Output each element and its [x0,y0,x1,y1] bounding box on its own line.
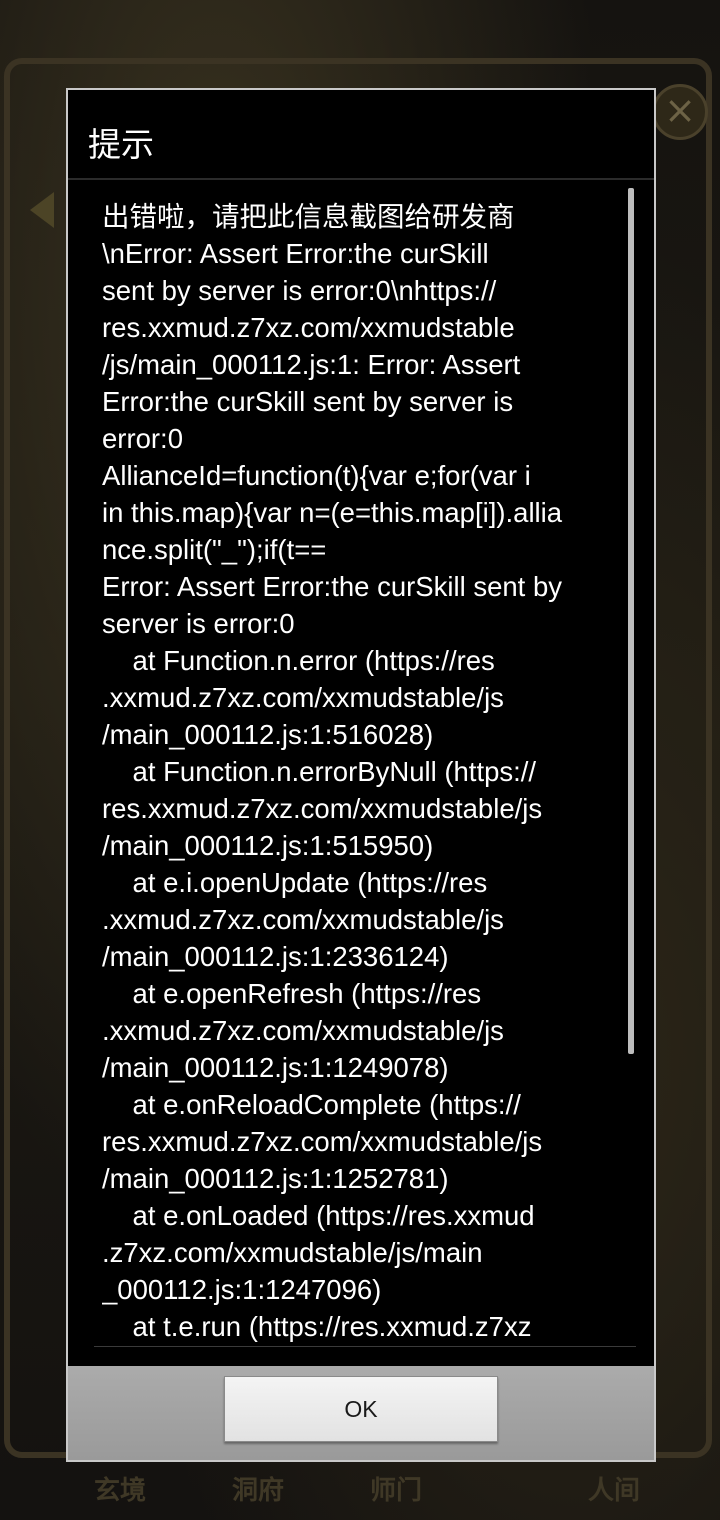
background-nav-item: 人间 [588,1476,641,1506]
background-back-arrow-icon [30,192,54,228]
message-scroll-area[interactable]: 出错啦，请把此信息截图给研发商 \nError: Assert Error:th… [102,186,630,1344]
ok-button[interactable]: OK [224,1376,498,1442]
background-nav-item: 师门 [370,1476,423,1506]
background-bottom-nav: 玄境 洞府 师门 人间 [0,1464,720,1520]
error-message-text: 出错啦，请把此信息截图给研发商 \nError: Assert Error:th… [102,201,563,1342]
title-divider [68,178,654,180]
content-divider [94,1346,636,1347]
background-nav-item: 洞府 [232,1476,285,1506]
error-dialog: 提示 出错啦，请把此信息截图给研发商 \nError: Assert Error… [66,88,656,1462]
dialog-button-bar: OK [68,1366,654,1460]
scrollbar-thumb[interactable] [628,188,634,1054]
background-nav-item: 玄境 [94,1476,147,1506]
dialog-title: 提示 [88,125,154,164]
background-close-icon: × [652,84,708,140]
